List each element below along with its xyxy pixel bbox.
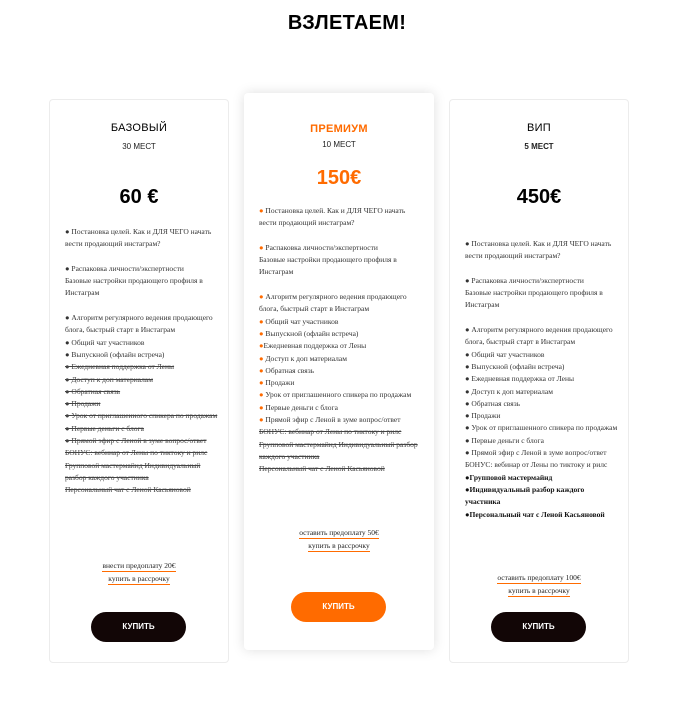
feature-item: ● Выпускной (офлайн встреча) [465, 361, 565, 371]
feature-item: ● Алгоритм регулярного ведения продающег… [65, 313, 213, 335]
plan-name: ВИП [526, 122, 552, 134]
feature-item: ● Ежедневная поддержка от Лены [465, 374, 575, 384]
feature-item: ● Обратная связь [259, 365, 315, 375]
buy-button[interactable]: КУПИТЬ [491, 612, 586, 642]
feature-item: ● Распаковка личности/экспертности Базов… [465, 275, 603, 310]
bullet-dot: ● [259, 242, 264, 252]
feature-item: ● Первые деньги с блога [465, 435, 544, 445]
feature-item: ● Постановка целей. Как и ДЛЯ ЧЕГО начат… [259, 206, 406, 228]
installment-link[interactable]: купить в рассрочку [508, 586, 570, 597]
payment-links: оставить предоплату 100€ купить в рассро… [450, 572, 628, 597]
feature-item: ● Доступ к доп материалам [259, 353, 347, 363]
prepay-link[interactable]: оставить предоплату 50€ [299, 528, 379, 539]
plan-seats: 30 МЕСТ [122, 142, 156, 151]
feature-list: ● Постановка целей. Как и ДЛЯ ЧЕГО начат… [65, 226, 220, 497]
feature-item: ● Общий чат участников [465, 349, 545, 359]
payment-links: внести предоплату 20€ купить в рассрочку [50, 560, 228, 585]
plan-seats: 10 МЕСТ [322, 140, 356, 149]
feature-item: ●Ежедневная поддержка от Лены [259, 341, 367, 351]
feature-item: ● Продажи [465, 411, 501, 421]
feature-item: ● Урок от приглашенного спикера по прода… [465, 423, 618, 433]
installment-link[interactable]: купить в рассрочку [108, 574, 170, 585]
feature-item: ● Выпускной (офлайн встреча) [259, 328, 359, 338]
feature-item: ● Постановка целей. Как и ДЛЯ ЧЕГО начат… [465, 239, 612, 261]
feature-item: ● Алгоритм регулярного ведения продающег… [259, 292, 407, 314]
feature-item: ● Продажи [259, 378, 295, 388]
feature-item: ● Доступ к доп материалам [465, 386, 553, 396]
feature-item: ● Постановка целей. Как и ДЛЯ ЧЕГО начат… [65, 227, 212, 249]
bullet-dot: ● [259, 292, 264, 302]
feature-item-struck: ● Обратная связь [65, 386, 121, 396]
feature-item-struck: ● Доступ к доп материалам [65, 374, 153, 384]
feature-item: БОНУС: вебинар от Лены по тиктоку и рилс [465, 460, 608, 470]
bullet-dot: ● [259, 341, 264, 351]
bullet-dot: ● [259, 415, 264, 425]
feature-item: ● Алгоритм регулярного ведения продающег… [465, 325, 613, 347]
bullet-dot: ● [259, 378, 264, 388]
plan-seats: 5 МЕСТ [524, 142, 554, 151]
buy-button[interactable]: КУПИТЬ [291, 592, 386, 622]
feature-item-bold: ●Индивидуальный разбор каждого участника [465, 484, 585, 507]
feature-item: ● Урок от приглашенного спикера по прода… [259, 390, 412, 400]
bullet-dot: ● [259, 316, 264, 326]
plan-name: ПРЕМИУМ [310, 123, 368, 135]
feature-item: ● Общий чат участников [65, 337, 145, 347]
feature-item-struck: Персональный чат с Леной Касьяновой [65, 485, 191, 495]
feature-item: ● Обратная связь [465, 398, 521, 408]
plan-card-vip: ВИП 5 МЕСТ 450€ ● Постановка целей. Как … [449, 99, 629, 663]
prepay-link[interactable]: внести предоплату 20€ [102, 561, 176, 572]
feature-item-bold: ●Групповой мастермайнд [465, 472, 553, 482]
bullet-dot: ● [259, 365, 264, 375]
bullet-dot: ● [259, 206, 264, 215]
plan-name: БАЗОВЫЙ [110, 122, 168, 134]
prepay-link[interactable]: оставить предоплату 100€ [497, 573, 581, 584]
feature-list: ● Постановка целей. Как и ДЛЯ ЧЕГО начат… [259, 205, 419, 476]
feature-item-struck: ● Урок от приглашенного спикера по прода… [65, 411, 218, 421]
feature-item-struck: БОНУС: вебинар от Лены по тиктоку и рилс [65, 448, 208, 458]
feature-item-struck: Групповой мастермайнд Индивидуальный раз… [65, 460, 201, 482]
installment-link[interactable]: купить в рассрочку [308, 541, 370, 552]
feature-item: ● Прямой эфир с Леной в зуме вопрос/отве… [259, 415, 401, 425]
feature-item: ● Выпускной (офлайн встреча) [65, 349, 165, 359]
feature-item-bold: ●Персональный чат с Леной Касьяновой [465, 509, 605, 519]
feature-item: ● Первые деньги с блога [259, 402, 338, 412]
feature-item: ● Распаковка личности/экспертности Базов… [259, 242, 397, 277]
feature-item-struck: ● Первые деньги с блога [65, 423, 144, 433]
feature-item-struck: ● Ежедневная поддержка от Лены [65, 362, 175, 372]
bullet-dot: ● [259, 402, 264, 412]
buy-button[interactable]: КУПИТЬ [91, 612, 186, 642]
feature-item-struck: ● Продажи [65, 399, 101, 409]
plan-price: 60 € [119, 186, 159, 208]
plan-price: 150€ [316, 167, 362, 189]
plan-card-premium: ПРЕМИУМ 10 МЕСТ 150€ ● Постановка целей.… [244, 93, 434, 650]
bullet-dot: ● [259, 353, 264, 363]
payment-links: оставить предоплату 50€ купить в рассроч… [244, 527, 434, 552]
feature-item: ● Прямой эфир с Леной в зуме вопрос/отве… [465, 448, 607, 458]
feature-item-struck: Персональный чат с Леной Касьяновой [259, 464, 385, 474]
feature-item-struck: БОНУС: вебинар от Лены по тиктоку и рилс… [259, 427, 418, 461]
bullet-dot: ● [259, 328, 264, 338]
feature-item: ● Общий чат участников [259, 316, 339, 326]
feature-item-struck: ● Прямой эфир с Леной в зуме вопрос/отве… [65, 436, 207, 446]
feature-list: ● Постановка целей. Как и ДЛЯ ЧЕГО начат… [465, 238, 620, 521]
feature-item: ● Распаковка личности/экспертности Базов… [65, 263, 203, 298]
plan-card-basic: БАЗОВЫЙ 30 МЕСТ 60 € ● Постановка целей.… [49, 99, 229, 663]
plan-price: 450€ [516, 186, 562, 208]
page-title: ВЗЛЕТАЕМ! [287, 12, 407, 34]
bullet-dot: ● [259, 390, 264, 400]
